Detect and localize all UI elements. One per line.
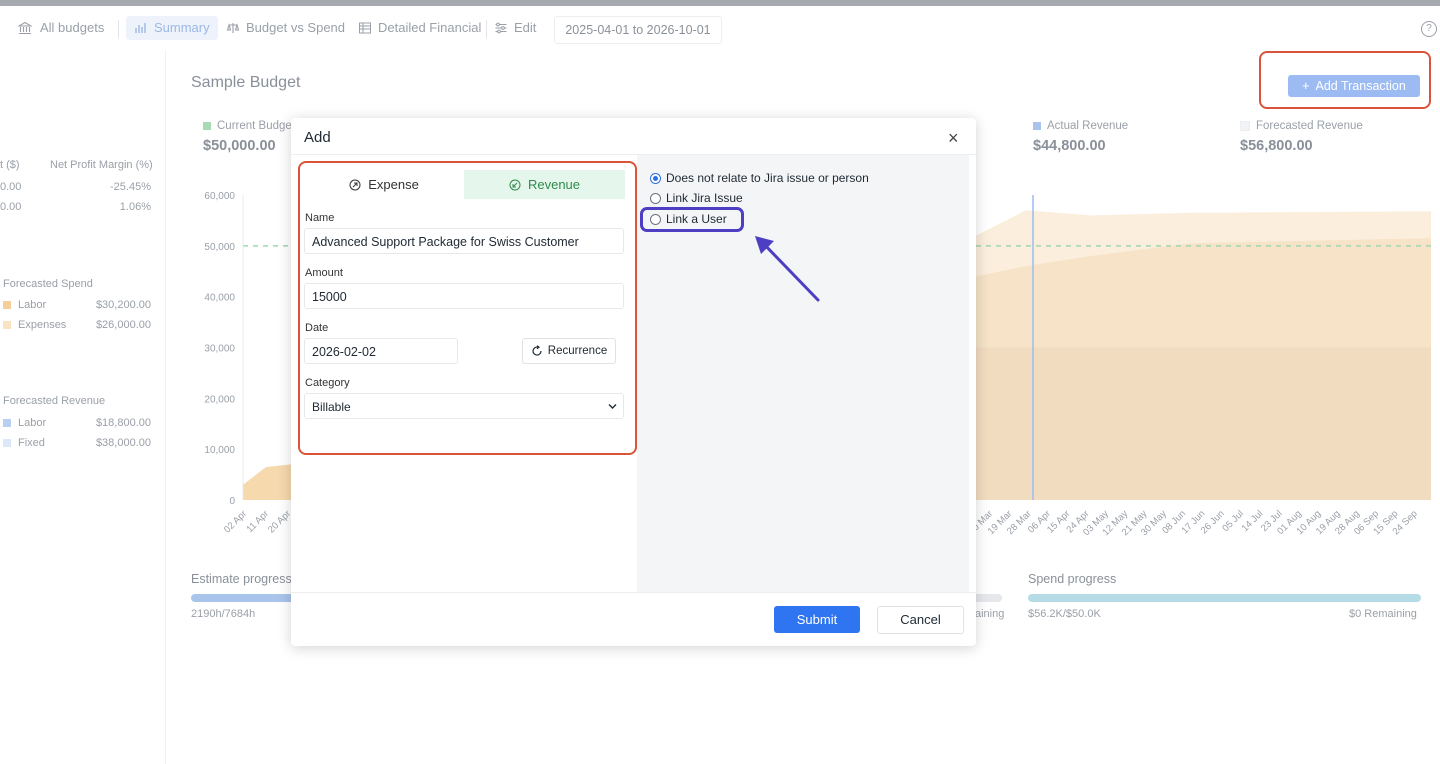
- metric-value: $44,800.00: [1033, 138, 1106, 154]
- modal-footer-divider: [291, 592, 976, 593]
- spend-remaining: $0 Remaining: [1349, 608, 1417, 620]
- spend-progress-label: Spend progress: [1028, 572, 1117, 586]
- radio-label: Does not relate to Jira issue or person: [666, 171, 869, 185]
- nav-all-budgets-label: All budgets: [40, 20, 105, 35]
- add-transaction-modal: Add × Expense Revenue Name Advanced Supp…: [291, 118, 976, 646]
- legend-spend-expenses: Expenses: [3, 319, 66, 331]
- tab-edit-label: Edit: [514, 20, 537, 35]
- radio-link-jira-issue[interactable]: Link Jira Issue: [650, 191, 743, 205]
- legend-label: Expenses: [18, 319, 67, 331]
- legend-swatch: [3, 301, 11, 309]
- highlight-link-user: [640, 207, 744, 232]
- top-nav: All budgets Summary Budget vs Spend Deta…: [0, 6, 1440, 50]
- margin-value: -25.45%: [110, 181, 151, 193]
- estimate-progress-sub: 2190h/7684h: [191, 608, 256, 620]
- metric-label: Current Budget: [217, 120, 295, 132]
- highlight-add-transaction: [1259, 51, 1431, 109]
- metric-value: $50,000.00: [203, 138, 276, 154]
- estimate-progress-label: Estimate progress: [191, 572, 292, 586]
- legend-swatch: [3, 321, 11, 329]
- sidebar-divider: [165, 50, 166, 764]
- legend-value: $18,800.00: [95, 417, 151, 429]
- scale-icon: [226, 23, 240, 33]
- modal-title: Add: [304, 129, 331, 146]
- col-header-margin: Net Profit Margin (%): [50, 159, 153, 171]
- estimate-progress-bar: [191, 594, 301, 602]
- margin-value: 1.06%: [119, 201, 151, 213]
- tab-summary-label: Summary: [154, 20, 210, 35]
- tab-detailed-financial[interactable]: Detailed Financial: [358, 16, 481, 40]
- radio-label: Link Jira Issue: [666, 191, 743, 205]
- forecasted-spend-title: Forecasted Spend: [3, 278, 93, 290]
- nav-all-budgets[interactable]: All budgets: [18, 16, 104, 40]
- tab-detailed-financial-label: Detailed Financial: [378, 20, 482, 35]
- legend-swatch: [3, 439, 11, 447]
- y-tick-label: 30,000: [204, 344, 235, 355]
- legend-revenue-labor: Labor: [3, 417, 46, 429]
- y-tick-label: 50,000: [204, 242, 235, 253]
- tab-summary[interactable]: Summary: [126, 16, 218, 40]
- legend-value: $30,200.00: [95, 299, 151, 311]
- y-tick-label: 40,000: [204, 293, 235, 304]
- tab-budget-vs-spend-label: Budget vs Spend: [246, 20, 346, 35]
- close-icon[interactable]: ×: [948, 129, 959, 147]
- submit-button[interactable]: Submit: [774, 606, 860, 633]
- y-tick-label: 0: [229, 496, 235, 507]
- metric-current-budget: Current Budget: [203, 120, 295, 132]
- cancel-button[interactable]: Cancel: [877, 606, 964, 634]
- metric-label: Forecasted Revenue: [1256, 120, 1363, 132]
- legend-label: Labor: [18, 299, 47, 311]
- highlight-form-section: [298, 161, 637, 455]
- legend-value: $38,000.00: [95, 437, 151, 449]
- metric-swatch: [203, 122, 211, 130]
- y-tick-label: 20,000: [204, 394, 235, 405]
- spend-progress-bar: [1028, 594, 1421, 602]
- x-tick-label: 11 Apr: [244, 508, 271, 535]
- legend-revenue-fixed: Fixed: [3, 437, 45, 449]
- page-title: Sample Budget: [191, 74, 301, 91]
- tab-edit[interactable]: Edit: [494, 16, 536, 40]
- legend-spend-labor: Labor: [3, 299, 46, 311]
- date-range-picker[interactable]: 2025-04-01 to 2026-10-01: [554, 16, 722, 44]
- metric-value: $56,800.00: [1240, 138, 1313, 154]
- chart-icon: [135, 23, 146, 33]
- metric-actual-revenue: Actual Revenue: [1033, 120, 1128, 132]
- bank-icon: [18, 21, 32, 35]
- help-icon[interactable]: ?: [1421, 21, 1437, 37]
- nav-divider: [118, 20, 119, 38]
- x-tick-label: 02 Apr: [222, 508, 249, 535]
- spend-area-left: [243, 464, 291, 500]
- radio-button[interactable]: [650, 192, 661, 204]
- legend-value: $26,000.00: [95, 319, 151, 331]
- legend-label: Labor: [18, 417, 47, 429]
- spend-area: [976, 347, 1431, 500]
- profit-value: 0.00: [0, 201, 22, 213]
- metric-swatch: [1033, 122, 1041, 130]
- middle-progress-sub: aining: [975, 608, 1005, 620]
- metric-swatch: [1240, 121, 1250, 131]
- nav-divider: [486, 20, 487, 38]
- legend-swatch: [3, 419, 11, 427]
- spend-progress-sub: $56.2K/$50.0K: [1028, 608, 1101, 620]
- profit-value: 0.00: [0, 181, 22, 193]
- tab-budget-vs-spend[interactable]: Budget vs Spend: [226, 16, 345, 40]
- y-tick-label: 60,000: [204, 191, 235, 202]
- sliders-icon: [495, 22, 507, 34]
- metric-label: Actual Revenue: [1047, 120, 1129, 132]
- col-header-profit: t ($): [0, 159, 20, 171]
- radio-no-relation[interactable]: Does not relate to Jira issue or person: [650, 171, 869, 185]
- x-tick-label: 20 Apr: [266, 508, 293, 535]
- legend-label: Fixed: [18, 437, 45, 449]
- y-tick-label: 10,000: [204, 445, 235, 456]
- table-icon: [359, 22, 371, 34]
- radio-button-checked[interactable]: [650, 172, 661, 184]
- forecasted-revenue-title: Forecasted Revenue: [3, 395, 106, 407]
- annotation-arrow-icon: [755, 236, 820, 302]
- metric-forecasted-revenue: Forecasted Revenue: [1240, 120, 1363, 132]
